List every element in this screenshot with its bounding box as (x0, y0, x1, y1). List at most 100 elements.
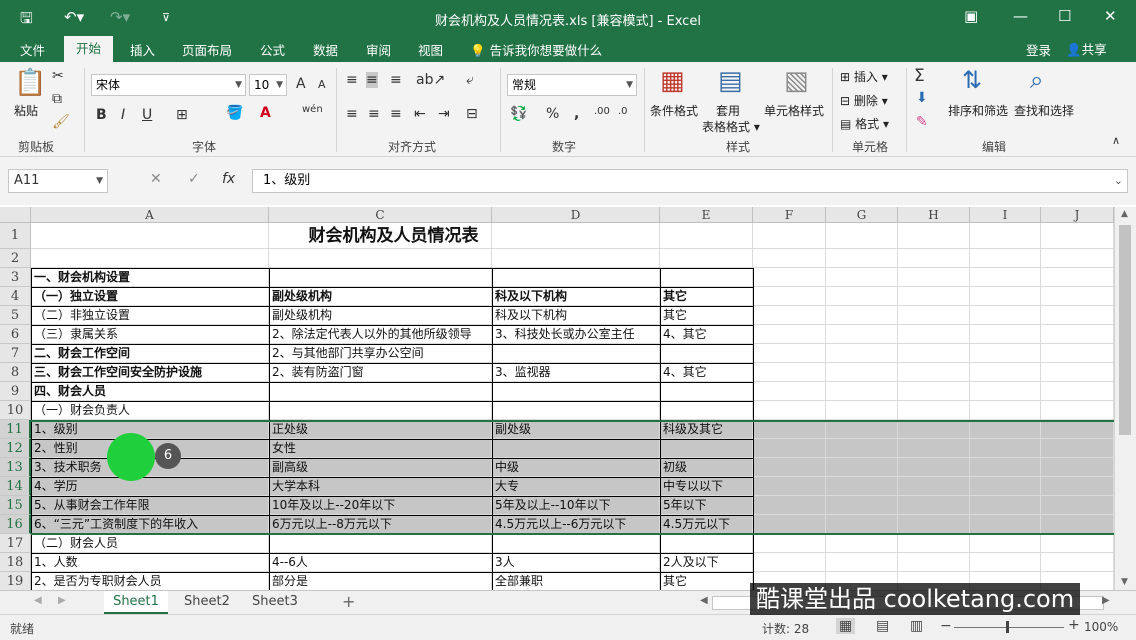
delete-cells-button[interactable]: ⊟ 删除 ▾ (840, 92, 888, 109)
cell-c9[interactable] (270, 382, 491, 401)
cell-e16[interactable]: 4.5万元以下 (661, 515, 752, 534)
column-header-h[interactable]: H (898, 207, 970, 223)
enter-icon[interactable]: ✓ (188, 171, 200, 187)
name-box[interactable]: A11 ▼ (8, 169, 108, 193)
row-header-19[interactable]: 19 (0, 572, 31, 590)
paste-button[interactable]: 粘贴 (14, 102, 38, 119)
italic-button[interactable]: I (121, 107, 125, 123)
font-color-icon[interactable]: A (260, 105, 271, 121)
vertical-scrollbar[interactable]: ▲ ▼ (1114, 207, 1136, 590)
row-header-12[interactable]: 12 (0, 439, 31, 458)
font-size-select[interactable]: 10 ▼ (249, 74, 287, 96)
cell-c17[interactable] (270, 534, 491, 553)
hscroll-right-icon[interactable]: ▶ (1102, 595, 1110, 606)
clear-icon[interactable]: ✎ (916, 114, 928, 130)
row-header-9[interactable]: 9 (0, 382, 31, 401)
fill-color-icon[interactable]: 🪣 (226, 105, 243, 121)
cell-d10[interactable] (493, 401, 659, 420)
conditional-format-icon[interactable]: ▦ (660, 66, 685, 96)
cell-c10[interactable] (270, 401, 491, 420)
cell-c15[interactable]: 10年及以上--20年以下 (270, 496, 491, 515)
cell-e19[interactable]: 其它 (661, 572, 752, 590)
cell-a18[interactable]: 1、人数 (32, 553, 268, 572)
maximize-button[interactable]: ☐ (1058, 7, 1071, 25)
cell-d5[interactable]: 科及以下机构 (493, 306, 659, 325)
cell-e7[interactable] (661, 344, 752, 363)
cell-d8[interactable]: 3、监视器 (493, 363, 659, 382)
grow-font-icon[interactable]: A (296, 76, 306, 92)
align-center-icon[interactable]: ≡ (368, 106, 380, 122)
scroll-down-icon[interactable]: ▼ (1121, 577, 1128, 587)
column-header-d[interactable]: D (492, 207, 660, 223)
bold-button[interactable]: B (96, 107, 107, 123)
cell-styles-icon[interactable]: ▧ (784, 66, 809, 96)
select-all-corner[interactable] (0, 207, 31, 223)
row-header-17[interactable]: 17 (0, 534, 31, 553)
row-header-4[interactable]: 4 (0, 287, 31, 306)
cell-d15[interactable]: 5年及以上--10年以下 (493, 496, 659, 515)
align-left-icon[interactable]: ≡ (346, 106, 358, 122)
row-header-7[interactable]: 7 (0, 344, 31, 363)
insert-cells-button[interactable]: ⊞ 插入 ▾ (840, 68, 888, 85)
tab-file[interactable]: 文件 (20, 40, 45, 59)
zoom-slider[interactable] (954, 627, 1064, 628)
prev-sheet-icon[interactable]: ◀ (34, 595, 42, 606)
align-middle-icon[interactable]: ≡ (366, 72, 378, 88)
cell-d7[interactable] (493, 344, 659, 363)
decrease-indent-icon[interactable]: ⇤ (414, 106, 426, 122)
cell-e2[interactable] (661, 249, 752, 268)
merge-center-icon[interactable]: ⊟ (466, 106, 478, 122)
tab-home[interactable]: 开始 (64, 36, 114, 62)
cell-a8[interactable]: 三、财会工作空间安全防护设施 (32, 363, 268, 382)
cut-icon[interactable]: ✂ (52, 68, 64, 84)
increase-indent-icon[interactable]: ⇥ (438, 106, 450, 122)
page-break-view-icon[interactable]: ▥ (910, 618, 923, 634)
column-header-c[interactable]: C (269, 207, 492, 223)
cell-c19[interactable]: 部分是 (270, 572, 491, 590)
row-header-1[interactable]: 1 (0, 223, 31, 249)
format-as-table-button[interactable]: 套用 (716, 102, 740, 119)
row-header-16[interactable]: 16 (0, 515, 31, 534)
find-select-button[interactable]: 查找和选择 (1014, 102, 1074, 119)
row-header-10[interactable]: 10 (0, 401, 31, 420)
format-as-table-button-line2[interactable]: 表格格式 ▾ (702, 118, 760, 135)
cell-e18[interactable]: 2人及以下 (661, 553, 752, 572)
format-cells-button[interactable]: ▤ 格式 ▾ (840, 115, 889, 132)
cell-d17[interactable] (493, 534, 659, 553)
cell-d2[interactable] (493, 249, 659, 268)
row-header-6[interactable]: 6 (0, 325, 31, 344)
align-top-icon[interactable]: ≡ (346, 72, 358, 88)
sign-in-link[interactable]: 登录 (1026, 40, 1051, 59)
underline-button[interactable]: U (142, 107, 152, 123)
spreadsheet-grid[interactable]: A C D E F G H I J 1 2 3 一、财会机构设置 4 （一）独立设置 副处级机构 科及以下机构其… (0, 207, 1114, 590)
cell-e6[interactable]: 4、其它 (661, 325, 752, 344)
number-format-select[interactable]: 常规 ▼ (507, 74, 637, 96)
zoom-level[interactable]: 100% (1084, 620, 1118, 634)
share-button[interactable]: 👤共享 (1066, 39, 1107, 58)
cell-d9[interactable] (493, 382, 659, 401)
cell-d18[interactable]: 3人 (493, 553, 659, 572)
cell-e5[interactable]: 其它 (661, 306, 752, 325)
cell-c4[interactable]: 副处级机构 (270, 287, 491, 306)
percent-button[interactable]: % (546, 106, 559, 122)
cell-c11[interactable]: 正处级 (270, 420, 491, 439)
next-sheet-icon[interactable]: ▶ (58, 595, 66, 606)
cell-d6[interactable]: 3、科技处长或办公室主任 (493, 325, 659, 344)
sheet-title[interactable]: 财会机构及人员情况表 (32, 223, 753, 249)
phonetic-icon[interactable]: wén (302, 104, 323, 115)
cell-a7[interactable]: 二、财会工作空间 (32, 344, 268, 363)
row-header-14[interactable]: 14 (0, 477, 31, 496)
font-name-select[interactable]: 宋体 ▼ (91, 74, 246, 96)
conditional-format-button[interactable]: 条件格式 (650, 102, 698, 119)
tab-data[interactable]: 数据 (313, 40, 338, 59)
cell-styles-button[interactable]: 单元格样式 (764, 102, 824, 119)
row-header-2[interactable]: 2 (0, 249, 31, 268)
cancel-icon[interactable]: ✕ (150, 171, 162, 187)
copy-icon[interactable]: ⧉ (52, 91, 62, 107)
collapse-ribbon-icon[interactable]: ∧ (1112, 134, 1120, 147)
cell-e13[interactable]: 初级 (661, 458, 752, 477)
insert-function-icon[interactable]: fx (222, 171, 235, 187)
format-painter-icon[interactable]: 🖌 (52, 114, 70, 130)
cell-a14[interactable]: 4、学历 (32, 477, 268, 496)
cell-c7[interactable]: 2、与其他部门共享办公空间 (270, 344, 491, 363)
